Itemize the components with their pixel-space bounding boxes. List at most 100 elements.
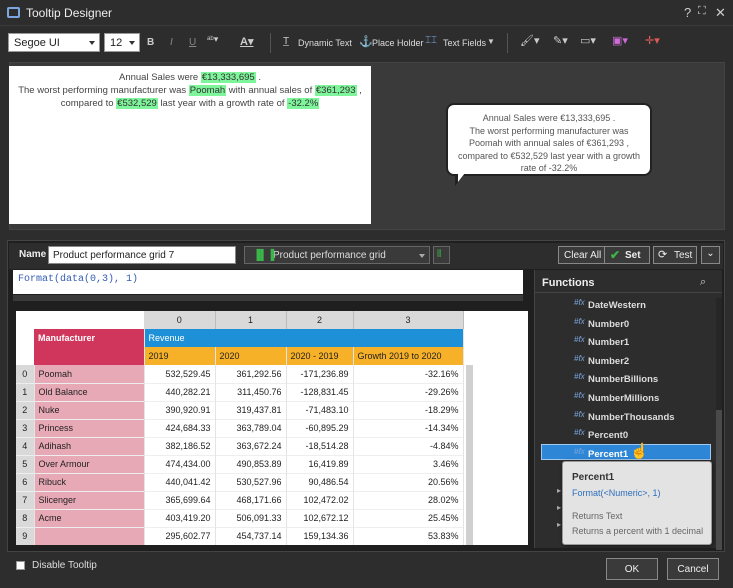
- font-color-icon[interactable]: A▾: [240, 35, 253, 48]
- function-item-datewestern[interactable]: DateWestern: [588, 300, 646, 311]
- search-icon[interactable]: ⌕: [700, 276, 706, 289]
- table-row[interactable]: 0 Poomah 532,529.45 361,292.56 -171,236.89 -3…: [16, 365, 464, 383]
- row-index[interactable]: 7: [16, 491, 35, 509]
- maximize-icon[interactable]: ⛶: [698, 5, 706, 18]
- grid-scrollbar[interactable]: [466, 365, 473, 545]
- help-icon[interactable]: ?: [684, 5, 691, 20]
- value-cell[interactable]: -32.16%: [353, 365, 464, 383]
- formula-input[interactable]: Format(data(0,3), 1): [13, 270, 523, 294]
- value-cell[interactable]: 3.46%: [353, 455, 464, 473]
- value-cell[interactable]: 468,171.66: [215, 491, 287, 509]
- value-cell[interactable]: -18,514.28: [286, 437, 354, 455]
- shape-icon[interactable]: ▣▾: [612, 34, 628, 47]
- close-icon[interactable]: ✕: [715, 5, 726, 21]
- tooltip-text-editor[interactable]: Annual Sales were €13,333,695 . The wors…: [9, 66, 371, 224]
- manufacturer-cell[interactable]: Princess: [34, 419, 145, 437]
- tree-expander-icon[interactable]: ▸: [557, 486, 561, 495]
- function-item-numbermillions[interactable]: NumberMillions: [588, 393, 659, 404]
- value-cell[interactable]: 90,486.54: [286, 473, 354, 491]
- value-cell[interactable]: 440,041.42: [144, 473, 216, 491]
- tree-expander-icon[interactable]: ▸: [557, 520, 561, 529]
- value-cell[interactable]: 363,789.04: [215, 419, 287, 437]
- ok-button[interactable]: OK: [606, 558, 658, 580]
- row-index[interactable]: 2: [16, 401, 35, 419]
- value-cell[interactable]: 474,434.00: [144, 455, 216, 473]
- placeholder-total-sales[interactable]: €13,333,695: [200, 72, 256, 83]
- column-index[interactable]: 2: [286, 311, 354, 329]
- test-button[interactable]: ⟳ Test: [653, 246, 697, 264]
- placeholder-sales[interactable]: €361,293: [314, 85, 357, 96]
- table-row[interactable]: 5 Over Armour 474,434.00 490,853.89 16,419.8…: [16, 455, 464, 473]
- border-style-icon[interactable]: ▭▾: [580, 34, 596, 47]
- italic-button[interactable]: I: [170, 37, 173, 48]
- row-index[interactable]: 9: [16, 527, 35, 545]
- placeholder-manufacturer[interactable]: Poomah: [188, 85, 227, 96]
- value-cell[interactable]: 28.02%: [353, 491, 464, 509]
- disable-tooltip-checkbox[interactable]: [16, 561, 25, 570]
- value-cell[interactable]: 319,437.81: [215, 401, 287, 419]
- value-cell[interactable]: 16,419.89: [286, 455, 354, 473]
- function-item-percent0[interactable]: Percent0: [588, 430, 628, 441]
- value-cell[interactable]: 102,472.02: [286, 491, 354, 509]
- value-cell[interactable]: -29.26%: [353, 383, 464, 401]
- manufacturer-cell[interactable]: Adihash: [34, 437, 145, 455]
- clear-all-button[interactable]: Clear All: [558, 246, 608, 264]
- value-cell[interactable]: -18.29%: [353, 401, 464, 419]
- value-cell[interactable]: 20.56%: [353, 473, 464, 491]
- value-cell[interactable]: -14.34%: [353, 419, 464, 437]
- value-cell[interactable]: 159,134.36: [286, 527, 354, 545]
- table-row[interactable]: 2 Nuke 390,920.91 319,437.81 -71,483.10 -18.2…: [16, 401, 464, 419]
- place-holder-button[interactable]: Place Holder: [372, 38, 424, 48]
- manufacturer-cell[interactable]: Old Balance: [34, 383, 145, 401]
- placeholder-last-year[interactable]: €532,529: [116, 98, 158, 109]
- fill-color-icon[interactable]: 🖌▾: [520, 34, 540, 47]
- function-item-percent1[interactable]: Percent1: [588, 449, 628, 460]
- text-fields-dropdown-icon[interactable]: ▼: [487, 37, 495, 46]
- value-cell[interactable]: 424,684.33: [144, 419, 216, 437]
- font-size-select[interactable]: 12: [104, 33, 140, 52]
- value-cell[interactable]: 382,186.52: [144, 437, 216, 455]
- function-item-numberbillions[interactable]: NumberBillions: [588, 374, 658, 385]
- manufacturer-cell[interactable]: Ribuck: [34, 473, 145, 491]
- value-cell[interactable]: 311,450.76: [215, 383, 287, 401]
- column-index[interactable]: 0: [144, 311, 216, 329]
- bold-button[interactable]: B: [147, 37, 154, 48]
- manufacturer-cell[interactable]: Acme: [34, 509, 145, 527]
- function-item-number1[interactable]: Number1: [588, 337, 629, 348]
- table-row[interactable]: 4 Adihash 382,186.52 363,672.24 -18,514.28 -4…: [16, 437, 464, 455]
- row-index[interactable]: 0: [16, 365, 35, 383]
- value-cell[interactable]: 361,292.56: [215, 365, 287, 383]
- grid-options-button[interactable]: ⫴: [433, 246, 450, 264]
- value-cell[interactable]: 532,529.45: [144, 365, 216, 383]
- value-cell[interactable]: 440,282.21: [144, 383, 216, 401]
- value-cell[interactable]: 363,672.24: [215, 437, 287, 455]
- row-index[interactable]: 5: [16, 455, 35, 473]
- expand-button[interactable]: ⌄: [701, 246, 720, 264]
- manufacturer-cell[interactable]: Poomah: [34, 365, 145, 383]
- functions-scroll-thumb[interactable]: [716, 410, 722, 550]
- value-cell[interactable]: -128,831.45: [286, 383, 354, 401]
- value-cell[interactable]: 25.45%: [353, 509, 464, 527]
- function-item-number0[interactable]: Number0: [588, 319, 629, 330]
- placeholder-growth[interactable]: -32.2%: [287, 98, 320, 109]
- function-item-number2[interactable]: Number2: [588, 356, 629, 367]
- column-index[interactable]: 1: [215, 311, 287, 329]
- value-cell[interactable]: 530,527.96: [215, 473, 287, 491]
- name-input[interactable]: Product performance grid 7: [48, 246, 236, 264]
- manufacturer-cell[interactable]: Over Armour: [34, 455, 145, 473]
- text-fields-button[interactable]: Text Fields: [443, 38, 486, 48]
- border-color-icon[interactable]: ✎▾: [553, 34, 568, 47]
- position-icon[interactable]: ✛▾: [645, 34, 660, 47]
- row-index[interactable]: 3: [16, 419, 35, 437]
- function-item-numberthousands[interactable]: NumberThousands: [588, 412, 675, 423]
- manufacturer-cell[interactable]: Slicenger: [34, 491, 145, 509]
- table-row[interactable]: 7 Slicenger 365,699.64 468,171.66 102,472.02…: [16, 491, 464, 509]
- value-cell[interactable]: -71,483.10: [286, 401, 354, 419]
- font-family-select[interactable]: Segoe UI: [8, 33, 100, 52]
- column-index[interactable]: 3: [353, 311, 464, 329]
- row-index[interactable]: 4: [16, 437, 35, 455]
- manufacturer-cell[interactable]: Nuke: [34, 401, 145, 419]
- value-cell[interactable]: 506,091.33: [215, 509, 287, 527]
- row-index[interactable]: 6: [16, 473, 35, 491]
- value-cell[interactable]: 102,672.12: [286, 509, 354, 527]
